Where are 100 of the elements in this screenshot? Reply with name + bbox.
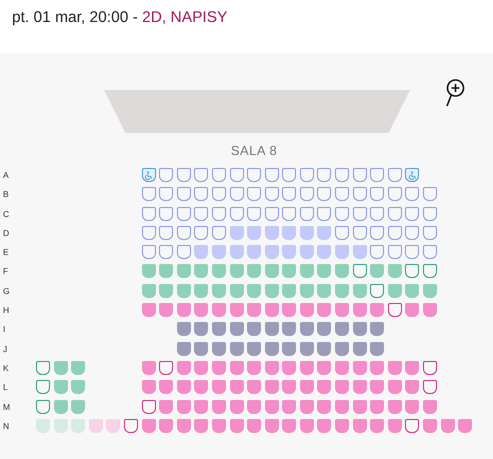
seat[interactable]	[423, 245, 438, 260]
seat[interactable]	[370, 226, 384, 240]
seat[interactable]	[370, 400, 384, 414]
seat[interactable]	[370, 284, 384, 298]
seat[interactable]	[405, 206, 420, 221]
seat[interactable]	[264, 418, 279, 433]
seat[interactable]	[142, 187, 156, 202]
seat[interactable]	[282, 400, 296, 414]
seat[interactable]	[317, 303, 332, 318]
seat[interactable]	[142, 206, 156, 221]
seat[interactable]	[264, 168, 279, 182]
seat[interactable]	[352, 303, 367, 318]
seat[interactable]	[142, 380, 156, 394]
seat[interactable]	[212, 360, 226, 375]
seat[interactable]	[388, 245, 402, 260]
seat[interactable]	[264, 303, 279, 318]
seat[interactable]	[335, 206, 350, 221]
seat[interactable]	[370, 322, 384, 336]
seat[interactable]	[300, 342, 314, 356]
seat[interactable]	[142, 226, 156, 240]
seat[interactable]	[159, 400, 174, 414]
seat[interactable]	[352, 400, 367, 414]
seat[interactable]	[142, 400, 156, 414]
seat[interactable]	[370, 418, 384, 433]
seat[interactable]	[370, 360, 384, 375]
seat[interactable]	[247, 322, 262, 336]
seat[interactable]	[370, 168, 384, 182]
seat[interactable]	[212, 418, 226, 433]
seat[interactable]	[176, 303, 191, 318]
seat[interactable]	[247, 418, 262, 433]
seat[interactable]	[194, 418, 208, 433]
seat[interactable]	[352, 418, 367, 433]
seat[interactable]	[300, 187, 314, 202]
seat[interactable]	[212, 206, 226, 221]
seat[interactable]	[388, 303, 402, 318]
seat[interactable]	[230, 303, 244, 318]
seat[interactable]	[300, 400, 314, 414]
seat[interactable]	[282, 303, 296, 318]
seat[interactable]	[247, 342, 262, 356]
seat[interactable]	[194, 206, 208, 221]
seat[interactable]	[159, 187, 174, 202]
seat[interactable]	[176, 418, 191, 433]
seat[interactable]	[159, 380, 174, 394]
seat[interactable]	[230, 380, 244, 394]
seat[interactable]	[335, 187, 350, 202]
seat[interactable]	[370, 380, 384, 394]
seat[interactable]	[264, 322, 279, 336]
seat[interactable]	[194, 187, 208, 202]
seat[interactable]	[282, 418, 296, 433]
seat[interactable]	[300, 168, 314, 182]
seat[interactable]	[352, 264, 367, 278]
seat[interactable]	[405, 303, 420, 318]
seat[interactable]	[176, 322, 191, 336]
seat[interactable]	[317, 400, 332, 414]
seat[interactable]	[352, 342, 367, 356]
seat[interactable]	[282, 168, 296, 182]
seat[interactable]	[230, 168, 244, 182]
seat[interactable]	[142, 303, 156, 318]
seat[interactable]	[247, 303, 262, 318]
seat[interactable]	[282, 380, 296, 394]
seat[interactable]	[142, 360, 156, 375]
seat[interactable]	[176, 342, 191, 356]
seat[interactable]	[212, 400, 226, 414]
seat[interactable]	[405, 245, 420, 260]
seat[interactable]	[388, 360, 402, 375]
seat[interactable]	[159, 418, 174, 433]
seat[interactable]	[176, 168, 191, 182]
seat[interactable]	[405, 418, 420, 433]
seat[interactable]	[370, 303, 384, 318]
seat[interactable]	[370, 187, 384, 202]
seat[interactable]	[176, 360, 191, 375]
seat[interactable]	[36, 380, 50, 394]
seat[interactable]	[247, 380, 262, 394]
seat[interactable]	[264, 187, 279, 202]
seat[interactable]	[230, 360, 244, 375]
seat[interactable]	[335, 400, 350, 414]
seat[interactable]	[264, 380, 279, 394]
seat[interactable]	[352, 322, 367, 336]
seat[interactable]	[300, 360, 314, 375]
seat[interactable]	[300, 303, 314, 318]
seat[interactable]	[159, 360, 174, 375]
seat[interactable]	[300, 380, 314, 394]
seat[interactable]	[423, 187, 438, 202]
seat[interactable]	[405, 360, 420, 375]
seat[interactable]	[388, 206, 402, 221]
seat[interactable]	[423, 400, 438, 414]
seat[interactable]	[194, 303, 208, 318]
seat[interactable]	[230, 322, 244, 336]
seat[interactable]	[335, 380, 350, 394]
seat[interactable]	[176, 245, 191, 260]
seat[interactable]	[317, 418, 332, 433]
seat[interactable]	[230, 400, 244, 414]
seat[interactable]	[264, 342, 279, 356]
seat[interactable]	[212, 380, 226, 394]
wheelchair-seat[interactable]	[142, 168, 156, 182]
seat[interactable]	[264, 360, 279, 375]
seat[interactable]	[352, 360, 367, 375]
seat[interactable]	[370, 206, 384, 221]
seat[interactable]	[194, 168, 208, 182]
seat[interactable]	[230, 206, 244, 221]
